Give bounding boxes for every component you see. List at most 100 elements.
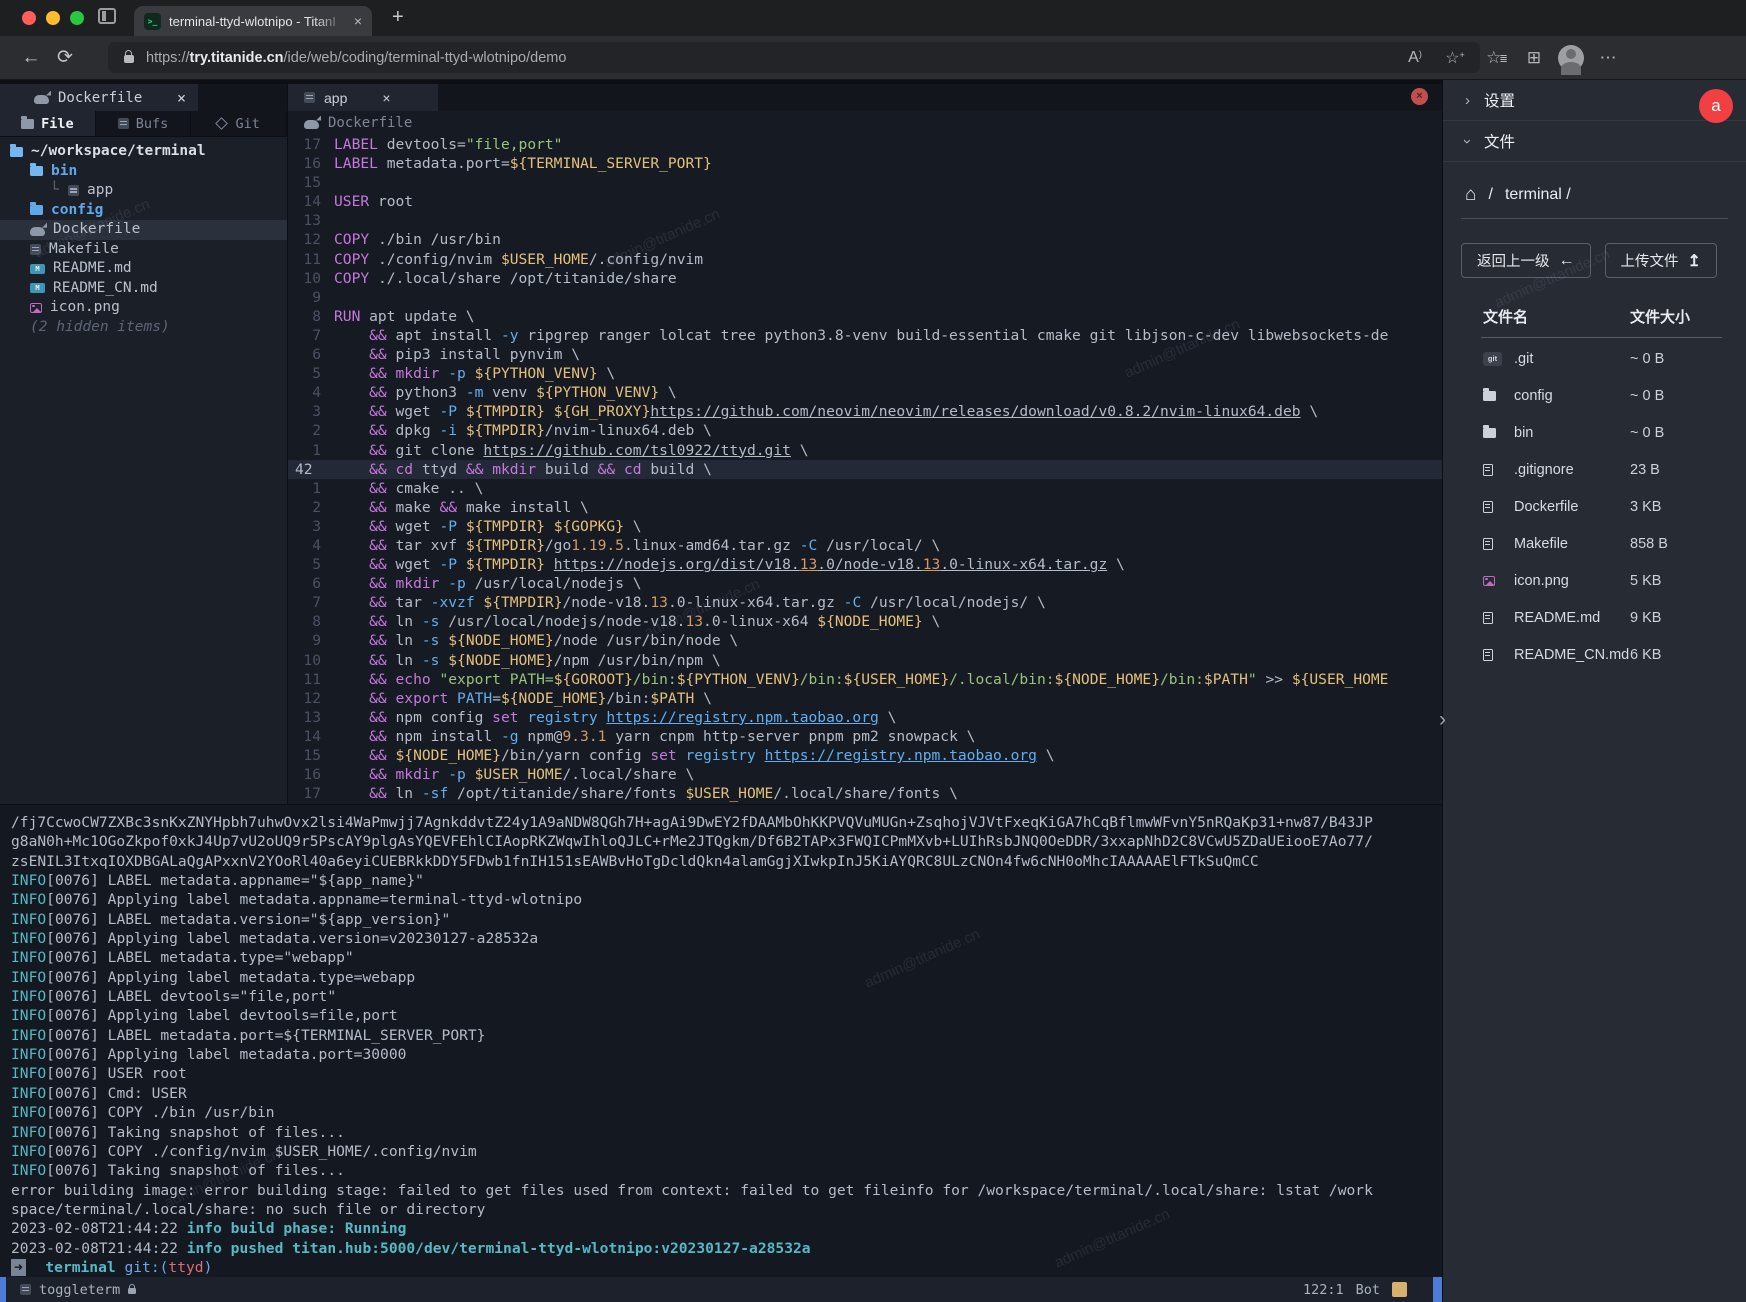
column-filesize: 文件大小 (1630, 306, 1722, 327)
line-number: 2 (288, 421, 334, 440)
toggleterm-label[interactable]: toggleterm (39, 1282, 120, 1298)
tab-actions-icon[interactable] (98, 8, 116, 24)
editor-line: 1 && git clone https://github.com/tsl092… (288, 441, 1442, 460)
code-editor[interactable]: app × × Dockerfile 17LABEL devtools="fil… (288, 84, 1442, 804)
line-number: 10 (288, 269, 334, 288)
refresh-icon[interactable]: ⟳ (48, 46, 82, 69)
file-name: README.md (1505, 610, 1630, 626)
browser-addressbar: ← ⟳ https://try.titanide.cn/ide/web/codi… (0, 36, 1746, 80)
file-name: bin (1505, 425, 1630, 441)
tree-item-workspaceterminal[interactable]: ~/workspace/terminal (0, 142, 287, 162)
terminal-line: INFO[0076] Taking snapshot of files... (11, 1123, 1442, 1142)
file-size: ~ 0 B (1630, 425, 1722, 441)
file-row-.gitignore[interactable]: .gitignore23 B (1463, 451, 1722, 488)
editor-tab-close-icon[interactable]: × (382, 90, 390, 106)
file-icon (1483, 501, 1493, 513)
tree-item-icon.png[interactable]: icon.png (0, 298, 287, 318)
editor-line: 15 (288, 173, 1442, 192)
editor-line: 3 && wget -P ${TMPDIR} ${GH_PROXY}https:… (288, 402, 1442, 421)
window-controls[interactable] (22, 11, 84, 25)
back-icon[interactable]: ← (14, 47, 48, 69)
editor-line: 10 && ln -s ${NODE_HOME}/npm /usr/bin/np… (288, 651, 1442, 670)
file-icon (1483, 538, 1493, 550)
statusbar-accent-bar (0, 1277, 6, 1302)
editor-line: 2 && make && make install \ (288, 498, 1442, 517)
line-number: 4 (288, 536, 334, 555)
line-number: 16 (288, 154, 334, 173)
go-up-button[interactable]: 返回上一级 ← (1461, 243, 1591, 278)
ide-main-column: Dockerfile × File Bufs (0, 80, 1442, 1302)
file-tab-folder-icon (21, 119, 34, 129)
image-icon (1483, 576, 1495, 586)
panel-close-button[interactable]: × (1411, 88, 1428, 105)
file-row-icon.png[interactable]: icon.png5 KB (1463, 562, 1722, 599)
line-number: 5 (288, 555, 334, 574)
folder-icon (1483, 391, 1496, 401)
url-field[interactable]: https://try.titanide.cn/ide/web/coding/t… (108, 42, 1480, 73)
terminal-panel[interactable]: /fj7CcwoCW7ZXBc3snKxZNYHpbh7uhwOvx2lsi4W… (0, 804, 1442, 1277)
line-number: 14 (288, 192, 334, 211)
home-icon[interactable]: ⌂ (1465, 184, 1476, 206)
terminal-line: INFO[0076] COPY ./bin /usr/bin (11, 1103, 1442, 1122)
file-row-bin[interactable]: bin~ 0 B (1463, 414, 1722, 451)
tree-item-README.md[interactable]: MREADME.md (0, 259, 287, 279)
user-avatar-badge[interactable]: a (1699, 89, 1733, 123)
close-window-icon[interactable] (22, 11, 36, 25)
tree-item-label: config (51, 201, 103, 221)
read-aloud-icon[interactable]: A) (1400, 49, 1430, 67)
new-tab-button[interactable]: + (392, 6, 404, 29)
page-url[interactable]: https://try.titanide.cn/ide/web/coding/t… (146, 50, 1390, 66)
editor-tab-app[interactable]: app × (288, 84, 438, 111)
terminal-prompt: ➜ terminal git:(ttyd) (11, 1258, 1442, 1277)
line-number: 7 (288, 326, 334, 345)
buffer-tab-dockerfile[interactable]: Dockerfile × (0, 84, 198, 111)
tree-item-2hiddenitems[interactable]: (2 hidden items) (0, 318, 287, 338)
editor-line: 6 && pip3 install pynvim \ (288, 345, 1442, 364)
mode-indicator: Bot (1356, 1282, 1380, 1298)
line-number: 3 (288, 402, 334, 421)
tab-git[interactable]: Git (191, 111, 287, 136)
editor-lines[interactable]: 17LABEL devtools="file,port"16LABEL meta… (288, 134, 1442, 804)
file-row-README_CN.md[interactable]: README_CN.md6 KB (1463, 636, 1722, 673)
terminal-line: 2023-02-08T21:44:22 info build phase: Ru… (11, 1219, 1442, 1238)
editor-line: 7 && apt install -y ripgrep ranger lolca… (288, 326, 1442, 345)
expand-panel-icon[interactable]: › (1439, 708, 1446, 732)
minimize-window-icon[interactable] (46, 11, 60, 25)
file-row-config[interactable]: config~ 0 B (1463, 377, 1722, 414)
file-row-Makefile[interactable]: Makefile858 B (1463, 525, 1722, 562)
add-favorite-icon[interactable]: ☆+ (1440, 48, 1470, 68)
tab-bufs[interactable]: Bufs (96, 111, 192, 136)
tab-close-icon[interactable]: × (354, 13, 362, 29)
tab-file[interactable]: File (0, 111, 96, 136)
file-size: ~ 0 B (1630, 388, 1722, 404)
line-number: 15 (288, 173, 334, 192)
tree-item-README_CN.md[interactable]: MREADME_CN.md (0, 279, 287, 299)
line-number: 2 (288, 498, 334, 517)
tree-item-Dockerfile[interactable]: Dockerfile (0, 220, 287, 240)
file-row-.git[interactable]: git.git~ 0 B (1463, 340, 1722, 377)
collections-icon[interactable]: ⊞ (1516, 48, 1552, 68)
tree-item-Makefile[interactable]: Makefile (0, 240, 287, 260)
section-files[interactable]: › 文件 (1443, 121, 1746, 162)
line-number: 1 (288, 441, 334, 460)
buffer-tab-label: Dockerfile (58, 90, 142, 106)
file-name: .git (1505, 351, 1630, 367)
tree-item-app[interactable]: └app (0, 181, 287, 201)
buffer-tab-close-icon[interactable]: × (177, 89, 186, 107)
editor-line: 1 && cmake .. \ (288, 479, 1442, 498)
tree-item-label: app (87, 181, 113, 201)
tree-item-bin[interactable]: bin (0, 162, 287, 182)
app-file-icon (304, 92, 315, 103)
file-row-Dockerfile[interactable]: Dockerfile3 KB (1463, 488, 1722, 525)
browser-tab[interactable]: >_ terminal-ttyd-wlotnipo - TitanI × (134, 6, 372, 36)
upload-file-button[interactable]: 上传文件 ↥ (1605, 243, 1717, 278)
editor-line: 12COPY ./bin /usr/bin (288, 230, 1442, 249)
profile-avatar[interactable] (1558, 45, 1584, 71)
file-row-README.md[interactable]: README.md9 KB (1463, 599, 1722, 636)
favorites-icon[interactable]: ☆≣ (1480, 48, 1516, 68)
terminal-line: error building image: error building sta… (11, 1181, 1442, 1200)
terminal-line: INFO[0076] Applying label metadata.type=… (11, 968, 1442, 987)
tree-item-config[interactable]: config (0, 201, 287, 221)
browser-menu-icon[interactable]: ⋯ (1590, 48, 1626, 68)
zoom-window-icon[interactable] (70, 11, 84, 25)
